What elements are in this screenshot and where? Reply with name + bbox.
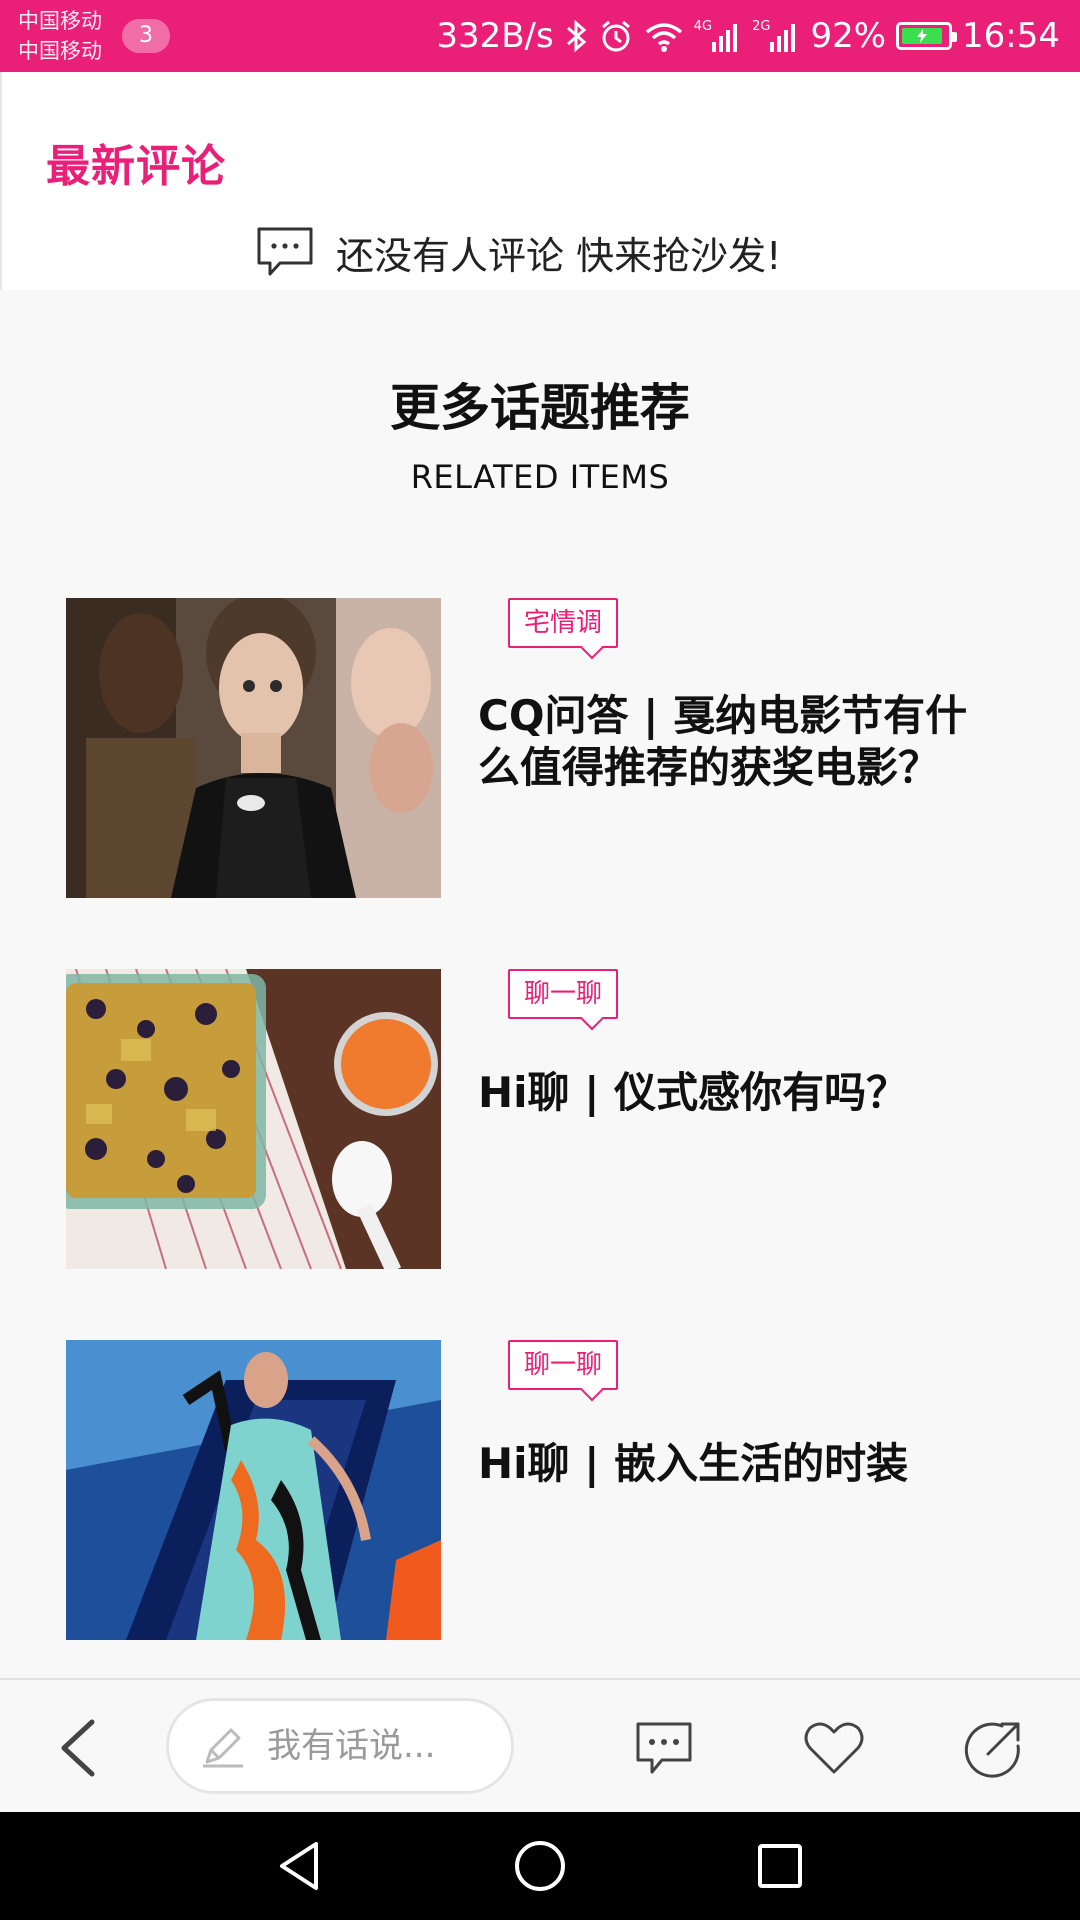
square-recents-icon: [758, 1844, 802, 1888]
battery-icon: [896, 22, 958, 50]
comment-input-box[interactable]: [166, 1698, 514, 1794]
fashion-model-dress-image: [66, 1340, 441, 1640]
comment-input[interactable]: [265, 1725, 465, 1767]
item-thumbnail[interactable]: [66, 1340, 441, 1640]
comment-bubble-icon: [257, 227, 313, 276]
share-icon: [964, 1722, 1020, 1778]
related-item[interactable]: 聊一聊 Hi聊 | 仪式感你有吗？: [66, 969, 1026, 1269]
status-icons: 332B/s 4G 2G 92% 16:54: [436, 0, 1060, 72]
battery-percent: 92%: [810, 16, 887, 56]
net-speed: 332B/s: [436, 16, 554, 56]
item-tag[interactable]: 宅情调: [508, 598, 619, 648]
item-title[interactable]: Hi聊 | 仪式感你有吗？: [478, 1067, 998, 1119]
item-title[interactable]: CQ问答 | 戛纳电影节有什么值得推荐的获奖电影？: [478, 690, 998, 794]
comment-bubble-icon: [636, 1722, 692, 1774]
share-button[interactable]: [962, 1716, 1026, 1780]
carrier-info: 中国移动 中国移动: [18, 6, 102, 66]
nav-recents-button[interactable]: [750, 1836, 810, 1896]
status-bar: 中国移动 中国移动 3 332B/s 4G 2G 92% 16:54: [0, 0, 1080, 72]
carrier-1: 中国移动: [18, 9, 102, 33]
related-item[interactable]: 宅情调 CQ问答 | 戛纳电影节有什么值得推荐的获奖电影？: [66, 598, 1026, 898]
alarm-icon: [601, 20, 630, 52]
net-2g-label: 2G: [752, 19, 771, 34]
related-item[interactable]: 聊一聊 Hi聊 | 嵌入生活的时装: [66, 1340, 1026, 1640]
notification-badge: 3: [122, 19, 170, 53]
wifi-icon: [645, 23, 682, 52]
bottom-action-bar: [0, 1678, 1080, 1812]
signal-icon: [712, 24, 738, 52]
empty-comments[interactable]: 还没有人评论 快来抢沙发!: [256, 222, 781, 282]
bluetooth-icon: [566, 19, 586, 53]
comments-title: 最新评论: [46, 141, 226, 192]
system-nav-bar: [0, 1812, 1080, 1920]
comments-button[interactable]: [632, 1716, 696, 1780]
empty-comments-text: 还没有人评论 快来抢沙发!: [336, 233, 782, 278]
bread-pudding-juice-image: [66, 969, 441, 1269]
back-button[interactable]: [52, 1716, 108, 1780]
item-tag[interactable]: 聊一聊: [508, 969, 619, 1019]
nav-home-button[interactable]: [510, 1836, 570, 1896]
back-arrow-icon: [61, 1719, 95, 1777]
pencil-icon: [203, 1728, 243, 1768]
woman-red-carpet-image: [66, 598, 441, 898]
carrier-2: 中国移动: [18, 39, 102, 63]
clock: 16:54: [962, 16, 1060, 56]
related-subtitle: RELATED ITEMS: [410, 458, 670, 496]
like-button[interactable]: [802, 1716, 866, 1780]
net-4g-label: 4G: [693, 19, 713, 34]
item-tag[interactable]: 聊一聊: [508, 1340, 619, 1390]
signal-4g: 4G: [694, 20, 742, 52]
signal-2g: 2G: [752, 20, 800, 52]
item-title[interactable]: Hi聊 | 嵌入生活的时装: [478, 1438, 998, 1490]
related-title: 更多话题推荐: [390, 379, 690, 437]
signal-icon: [770, 24, 796, 52]
circle-home-icon: [515, 1841, 565, 1891]
comments-section: 最新评论 还没有人评论 快来抢沙发!: [0, 72, 1080, 290]
triangle-back-icon: [280, 1842, 318, 1890]
nav-back-button[interactable]: [270, 1836, 330, 1896]
heart-icon: [804, 1722, 864, 1774]
item-thumbnail[interactable]: [66, 598, 441, 898]
item-thumbnail[interactable]: [66, 969, 441, 1269]
